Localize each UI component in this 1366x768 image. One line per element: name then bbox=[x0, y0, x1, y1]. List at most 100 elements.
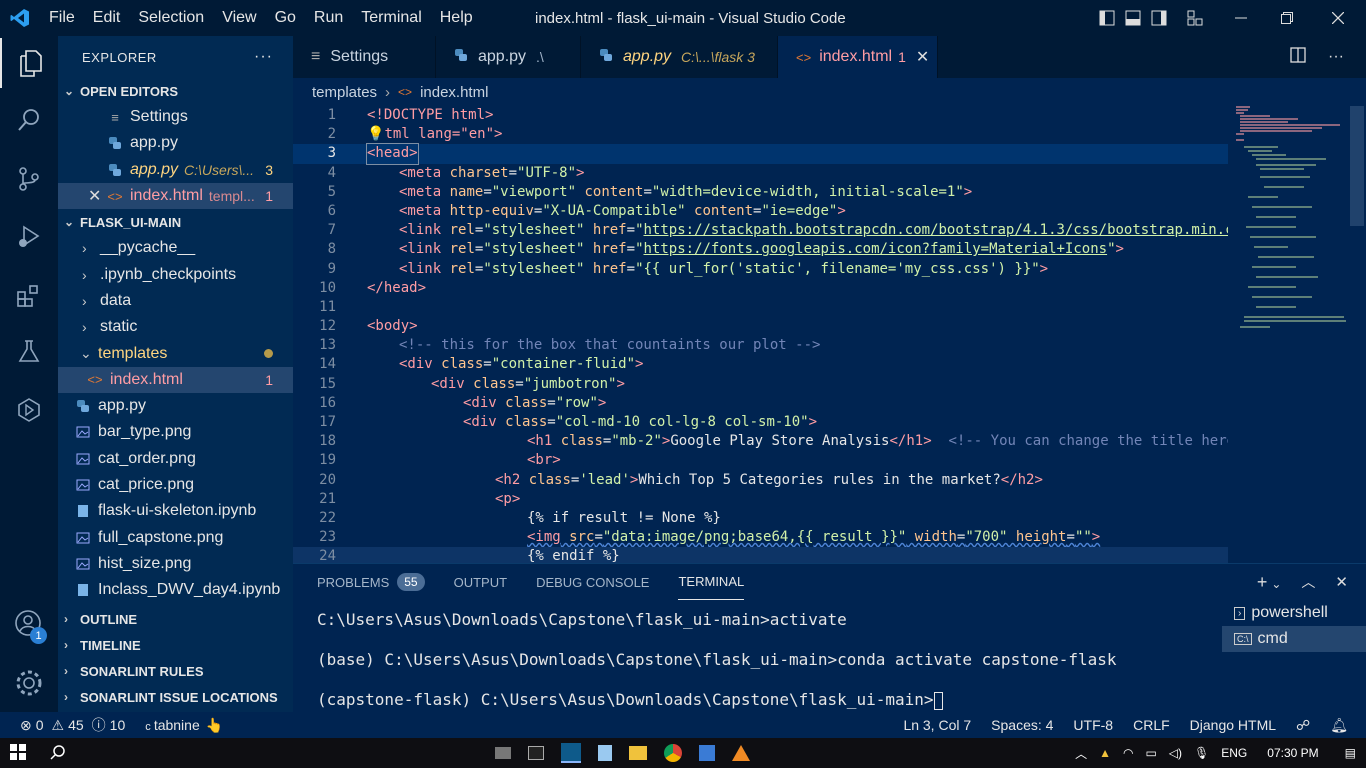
project-section[interactable]: ⌄ FLASK_UI-MAIN bbox=[58, 209, 293, 235]
lightbulb-icon[interactable]: 💡 bbox=[367, 126, 384, 142]
menu-selection[interactable]: Selection bbox=[129, 9, 213, 27]
tree-folder-static[interactable]: › static bbox=[58, 314, 293, 340]
code-editor[interactable]: 1 <!DOCTYPE html> 2 💡tml lang="en"> 3 <head… bbox=[293, 106, 1228, 563]
breadcrumb-folder[interactable]: templates bbox=[312, 84, 377, 101]
toggle-sidebar-icon[interactable] bbox=[1094, 10, 1120, 26]
customize-layout-icon[interactable] bbox=[1172, 10, 1218, 26]
tab-debug-console[interactable]: DEBUG CONSOLE bbox=[536, 564, 649, 600]
extensions-icon[interactable] bbox=[0, 271, 58, 321]
end-of-line[interactable]: CRLF bbox=[1133, 717, 1170, 733]
restore-icon[interactable] bbox=[1264, 12, 1310, 24]
tab-problems[interactable]: PROBLEMS 55 bbox=[317, 564, 425, 600]
link[interactable]: https://fonts.googleapis.com/icon?family… bbox=[644, 241, 1108, 257]
tree-file-cat-price[interactable]: cat_price.png bbox=[58, 472, 293, 498]
vlc-app-icon[interactable] bbox=[732, 745, 750, 761]
new-terminal-icon[interactable]: + ⌄ bbox=[1257, 572, 1282, 593]
run-debug-icon[interactable] bbox=[0, 211, 58, 261]
more-actions-icon[interactable]: ··· bbox=[254, 48, 273, 66]
more-actions-icon[interactable]: ··· bbox=[1328, 48, 1344, 66]
explorer-icon[interactable] bbox=[0, 38, 58, 88]
encoding[interactable]: UTF-8 bbox=[1073, 717, 1113, 733]
menu-terminal[interactable]: Terminal bbox=[352, 9, 430, 27]
testing-icon[interactable] bbox=[0, 326, 58, 376]
tree-file-index-html[interactable]: <> index.html 1 bbox=[58, 366, 293, 393]
sonarlint-rules-section[interactable]: › SONARLINT RULES bbox=[58, 658, 293, 684]
tab-app-py[interactable]: Settingsapp.py.\ bbox=[436, 36, 581, 78]
terminal-output[interactable]: C:\Users\Asus\Downloads\Capstone\flask_u… bbox=[317, 604, 1117, 724]
tree-folder-data[interactable]: › data bbox=[58, 288, 293, 314]
close-window-icon[interactable] bbox=[1310, 12, 1366, 24]
tree-folder-templates[interactable]: ⌄ templates bbox=[58, 340, 293, 366]
open-editor-app-py-modified[interactable]: app.py C:\Users\... 3 bbox=[58, 157, 293, 183]
open-editor-app-py[interactable]: app.py bbox=[58, 130, 293, 156]
task-view-icon[interactable] bbox=[495, 747, 511, 759]
vscode-app-icon[interactable] bbox=[561, 743, 581, 763]
tree-file-skeleton-notebook[interactable]: flask-ui-skeleton.ipynb bbox=[58, 498, 293, 524]
cursor-position[interactable]: Ln 3, Col 7 bbox=[903, 717, 971, 733]
notifications-bell-icon[interactable]: 🔔︎ bbox=[1330, 717, 1348, 734]
terminal-powershell[interactable]: › powershell bbox=[1222, 600, 1366, 626]
tree-file-bar-type[interactable]: bar_type.png bbox=[58, 419, 293, 445]
tab-settings[interactable]: ≡ Settings bbox=[293, 36, 436, 78]
minimize-icon[interactable] bbox=[1218, 12, 1264, 24]
timeline-section[interactable]: › TIMELINE bbox=[58, 632, 293, 658]
search-icon[interactable] bbox=[0, 95, 58, 145]
volume-icon[interactable]: ◁) bbox=[1169, 746, 1182, 760]
accounts-icon[interactable]: 1 bbox=[0, 599, 58, 649]
tree-folder-ipynb-checkpoints[interactable]: › .ipynb_checkpoints bbox=[58, 261, 293, 287]
minimap[interactable] bbox=[1236, 106, 1351, 336]
terminal-cmd[interactable]: C:\ cmd bbox=[1222, 626, 1366, 652]
windows-start-icon[interactable] bbox=[10, 743, 26, 763]
outline-section[interactable]: › OUTLINE bbox=[58, 606, 293, 632]
sonarlint-issues-section[interactable]: › SONARLINT ISSUE LOCATIONS bbox=[58, 684, 293, 710]
open-editor-index-html[interactable]: ✕ <> index.html templ... 1 bbox=[58, 182, 293, 210]
battery-icon[interactable]: ▭ bbox=[1145, 746, 1156, 760]
feedback-icon[interactable]: ☍ bbox=[1296, 717, 1310, 734]
problems-status[interactable]: ⊗ 0 ⚠ 45 ⓘ 10 bbox=[20, 715, 125, 735]
close-panel-icon[interactable]: ✕ bbox=[1335, 573, 1348, 591]
tree-file-hist-size[interactable]: hist_size.png bbox=[58, 551, 293, 577]
source-control-icon[interactable] bbox=[0, 154, 58, 204]
cmd-app-icon[interactable] bbox=[528, 746, 544, 760]
remote-explorer-icon[interactable] bbox=[0, 385, 58, 435]
editor-scrollbar[interactable] bbox=[1350, 106, 1364, 226]
menu-go[interactable]: Go bbox=[266, 9, 305, 27]
file-explorer-icon[interactable] bbox=[629, 746, 647, 760]
toggle-panel-icon[interactable] bbox=[1120, 10, 1146, 26]
clock[interactable]: 07:30 PM bbox=[1267, 746, 1318, 760]
close-icon[interactable]: ✕ bbox=[88, 186, 106, 206]
menu-help[interactable]: Help bbox=[431, 9, 482, 27]
settings-gear-icon[interactable] bbox=[0, 658, 58, 708]
menu-view[interactable]: View bbox=[213, 9, 265, 27]
tab-output[interactable]: OUTPUT bbox=[454, 564, 507, 600]
action-center-icon[interactable]: ▤ bbox=[1345, 746, 1356, 760]
wifi-icon[interactable]: ◠ bbox=[1123, 746, 1133, 760]
toggle-secondary-sidebar-icon[interactable] bbox=[1146, 10, 1172, 26]
tray-chevron-up-icon[interactable]: ︿ bbox=[1075, 745, 1087, 762]
tree-folder-pycache[interactable]: › __pycache__ bbox=[58, 235, 293, 261]
taskbar-search-icon[interactable] bbox=[50, 744, 66, 763]
link[interactable]: https://stackpath.bootstrapcdn.com/boots… bbox=[644, 222, 1229, 238]
maximize-panel-icon[interactable]: ︿ bbox=[1301, 572, 1315, 592]
breadcrumb-file[interactable]: index.html bbox=[420, 84, 488, 101]
open-editors-section[interactable]: ⌄ OPEN EDITORS bbox=[58, 78, 293, 104]
tab-index-html[interactable]: <> index.html 1 ✕ bbox=[778, 36, 938, 78]
tabnine-status[interactable]: c tabnine 👆 bbox=[145, 717, 223, 734]
tab-terminal[interactable]: TERMINAL bbox=[678, 564, 745, 600]
menu-edit[interactable]: Edit bbox=[84, 9, 130, 27]
microphone-icon[interactable]: 🎙︎ bbox=[1194, 746, 1209, 760]
chrome-app-icon[interactable] bbox=[664, 744, 682, 762]
tree-file-inclass-notebook[interactable]: Inclass_DWV_day4.ipynb bbox=[58, 577, 293, 603]
notepad-app-icon[interactable] bbox=[598, 745, 612, 761]
tray-app-icon[interactable]: ▲ bbox=[1099, 746, 1111, 760]
tree-file-full-capstone[interactable]: full_capstone.png bbox=[58, 524, 293, 550]
language-mode[interactable]: Django HTML bbox=[1190, 717, 1276, 733]
close-icon[interactable]: ✕ bbox=[916, 47, 929, 67]
language-indicator[interactable]: ENG bbox=[1221, 746, 1247, 760]
tree-file-cat-order[interactable]: cat_order.png bbox=[58, 446, 293, 472]
snipping-tool-icon[interactable] bbox=[699, 745, 715, 761]
open-editor-settings[interactable]: ≡ Settings bbox=[58, 104, 293, 130]
tab-app-py-modified[interactable]: app.py C:\...\flask 3 bbox=[581, 36, 778, 78]
split-editor-icon[interactable] bbox=[1290, 46, 1306, 68]
indentation[interactable]: Spaces: 4 bbox=[991, 717, 1053, 733]
